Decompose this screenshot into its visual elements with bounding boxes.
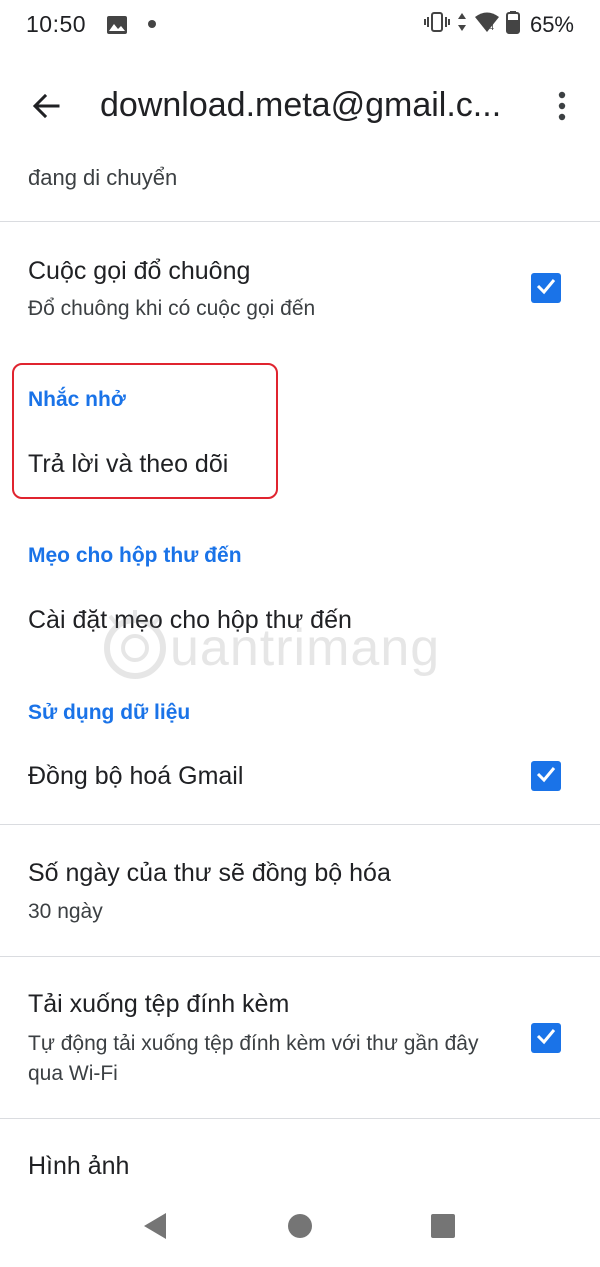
days-to-sync-title: Số ngày của thư sẽ đồng bộ hóa xyxy=(28,859,391,887)
circle-home-icon xyxy=(286,1212,314,1245)
download-attachments-checkbox[interactable] xyxy=(531,1023,561,1053)
svg-text:4: 4 xyxy=(489,22,494,32)
days-to-sync-value: 30 ngày xyxy=(28,900,103,923)
wifi-icon: 4 xyxy=(474,11,500,38)
check-icon xyxy=(535,763,557,790)
nav-recents-button[interactable] xyxy=(419,1204,467,1252)
sync-gmail-title: Đồng bộ hoá Gmail xyxy=(28,762,244,790)
battery-percent: 65% xyxy=(529,11,574,37)
back-button[interactable] xyxy=(22,84,70,132)
divider xyxy=(0,956,600,957)
app-bar: download.meta@gmail.c... xyxy=(0,62,600,150)
arrow-back-icon xyxy=(31,91,61,126)
partial-item-text: đang di chuyển xyxy=(28,165,178,190)
divider xyxy=(0,824,600,825)
battery-icon xyxy=(505,10,520,39)
inbox-tips-section-header: Mẹo cho hộp thư đến xyxy=(28,544,242,567)
call-ringing-title: Cuộc gọi đổ chuông xyxy=(28,257,251,285)
triangle-back-icon xyxy=(141,1211,169,1246)
vibrate-icon xyxy=(423,10,450,39)
status-bar: 10:50 4 65% xyxy=(0,0,600,50)
sync-gmail-checkbox[interactable] xyxy=(531,761,561,791)
more-options-button[interactable] xyxy=(546,84,578,132)
data-arrows-icon xyxy=(456,10,468,39)
download-attachments-title: Tải xuống tệp đính kèm xyxy=(28,990,290,1018)
navigation-bar xyxy=(0,1190,600,1267)
images-setting-item[interactable]: Hình ảnh xyxy=(28,1152,129,1181)
square-recents-icon xyxy=(430,1213,456,1244)
gallery-icon xyxy=(106,15,128,40)
clipped-text-fragments xyxy=(28,148,488,154)
highlight-annotation xyxy=(12,363,278,499)
status-icons: 4 65% xyxy=(423,10,574,39)
more-vert-icon xyxy=(557,91,567,126)
list-item-partial[interactable]: đang di chuyển xyxy=(0,150,600,221)
notification-dot-icon xyxy=(148,20,156,28)
divider xyxy=(0,221,600,222)
check-icon xyxy=(535,1025,557,1052)
call-ringing-subtitle: Đổ chuông khi có cuộc gọi đến xyxy=(28,297,316,320)
nav-home-button[interactable] xyxy=(276,1204,324,1252)
watermark-logo: uantrimang xyxy=(100,600,460,700)
data-usage-section-header: Sử dụng dữ liệu xyxy=(28,701,191,724)
account-email-title: download.meta@gmail.c... xyxy=(100,86,502,124)
watermark-text: uantrimang xyxy=(170,619,441,677)
divider xyxy=(0,1118,600,1119)
check-icon xyxy=(535,275,557,302)
download-attachments-subtitle: Tự động tải xuống tệp đính kèm với thư g… xyxy=(28,1032,479,1085)
nav-back-button[interactable] xyxy=(131,1204,179,1252)
call-ringing-checkbox[interactable] xyxy=(531,273,561,303)
status-time: 10:50 xyxy=(26,11,87,37)
